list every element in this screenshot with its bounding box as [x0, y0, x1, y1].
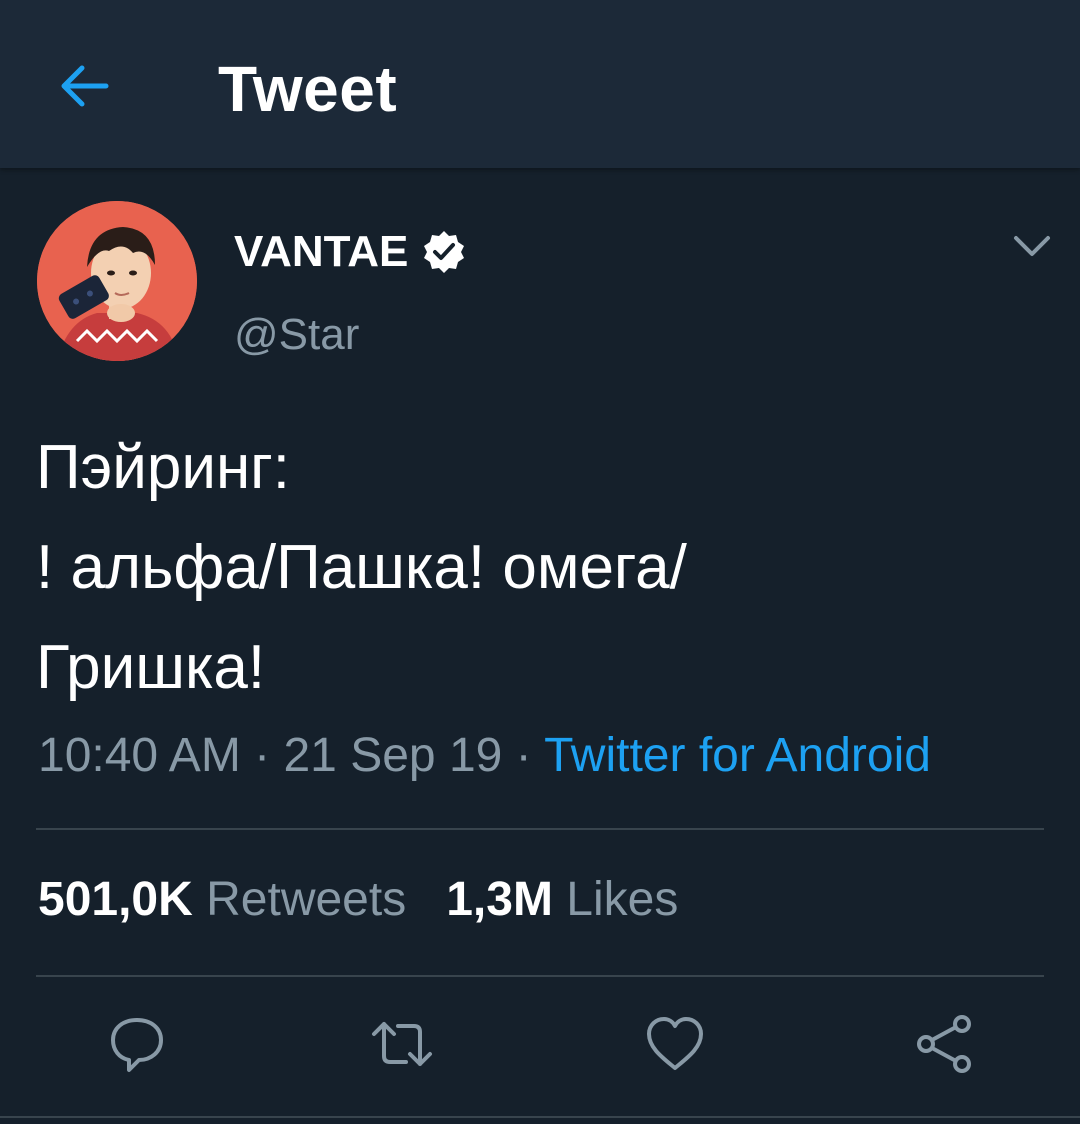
- top-app-bar: Tweet: [0, 0, 1080, 168]
- divider: [36, 828, 1044, 830]
- tweet-date: 21 Sep 19: [283, 729, 503, 782]
- author-name-row[interactable]: VANTAE: [234, 223, 468, 281]
- likes-label: Likes: [566, 873, 679, 926]
- likes-count: 1,3M: [446, 873, 553, 926]
- back-arrow-icon[interactable]: [56, 58, 112, 114]
- avatar[interactable]: [37, 201, 197, 361]
- meta-separator: ·: [240, 729, 284, 782]
- likes-stat[interactable]: 1,3M Likes: [446, 873, 678, 926]
- divider: [0, 1116, 1080, 1118]
- display-name: VANTAE: [234, 227, 409, 276]
- tweet-time: 10:40 AM: [38, 729, 241, 782]
- share-icon[interactable]: [912, 1012, 976, 1076]
- reply-icon[interactable]: [105, 1012, 169, 1076]
- retweets-stat[interactable]: 501,0K Retweets: [38, 873, 406, 926]
- chevron-down-icon[interactable]: [1010, 228, 1054, 264]
- divider: [36, 975, 1044, 977]
- tweet-source-link[interactable]: Twitter for Android: [544, 729, 931, 782]
- like-icon[interactable]: [643, 1012, 707, 1076]
- retweet-icon[interactable]: [370, 1012, 434, 1076]
- verified-badge-icon: [420, 228, 468, 276]
- retweets-label: Retweets: [206, 873, 407, 926]
- meta-separator: ·: [502, 729, 545, 782]
- tweet-stats: 501,0K Retweets 1,3M Likes: [38, 872, 678, 927]
- user-handle: @Star: [234, 310, 360, 359]
- page-title: Tweet: [218, 53, 398, 125]
- tweet-text: Пэйринг: ! альфа/Пашка! омега/ Гришка!: [36, 433, 687, 702]
- retweets-count: 501,0K: [38, 873, 193, 926]
- tweet-meta: 10:40 AM · 21 Sep 19 · Twitter for Andro…: [38, 728, 931, 783]
